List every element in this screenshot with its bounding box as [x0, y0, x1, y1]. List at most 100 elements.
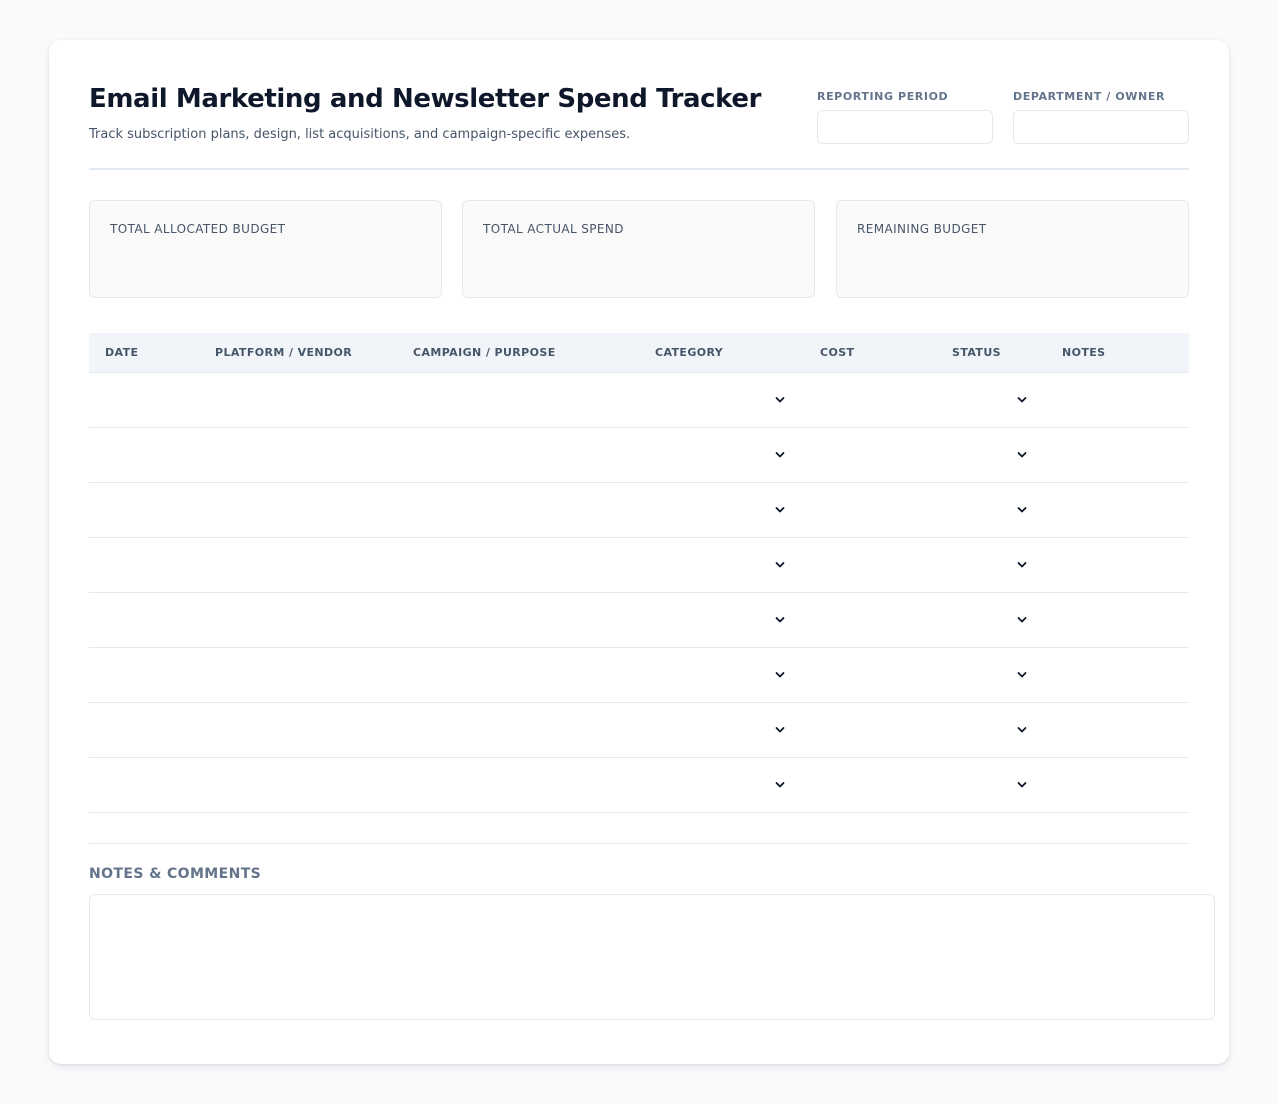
summary-label-remaining: REMAINING BUDGET	[857, 222, 987, 236]
chevron-down-icon[interactable]	[1017, 395, 1027, 405]
tracker-card: Email Marketing and Newsletter Spend Tra…	[49, 40, 1229, 1064]
chevron-down-icon[interactable]	[1017, 505, 1027, 515]
category-select[interactable]	[655, 383, 785, 417]
purpose-input[interactable]	[413, 383, 645, 417]
status-select[interactable]	[952, 713, 1020, 747]
notes-label: NOTES & COMMENTS	[89, 866, 262, 882]
summary-label-actual: TOTAL ACTUAL SPEND	[483, 222, 624, 236]
notes-input[interactable]	[1062, 658, 1182, 692]
date-input[interactable]	[105, 768, 205, 802]
cost-input[interactable]	[820, 658, 940, 692]
category-select[interactable]	[655, 603, 785, 637]
cost-input[interactable]	[820, 603, 940, 637]
notes-textarea[interactable]	[89, 894, 1215, 1020]
chevron-down-icon[interactable]	[775, 725, 785, 735]
cost-input[interactable]	[820, 493, 940, 527]
date-input[interactable]	[105, 658, 205, 692]
page-subtitle: Track subscription plans, design, list a…	[89, 127, 631, 142]
chevron-down-icon[interactable]	[775, 450, 785, 460]
notes-input[interactable]	[1062, 548, 1182, 582]
status-select[interactable]	[952, 438, 1020, 472]
notes-input[interactable]	[1062, 603, 1182, 637]
category-select[interactable]	[655, 493, 785, 527]
vendor-input[interactable]	[215, 658, 403, 692]
cost-input[interactable]	[820, 548, 940, 582]
category-select[interactable]	[655, 548, 785, 582]
table-row	[89, 703, 1189, 758]
chevron-down-icon[interactable]	[1017, 670, 1027, 680]
category-select[interactable]	[655, 713, 785, 747]
status-select[interactable]	[952, 493, 1020, 527]
table-body	[89, 373, 1189, 813]
notes-input[interactable]	[1062, 438, 1182, 472]
purpose-input[interactable]	[413, 548, 645, 582]
chevron-down-icon[interactable]	[775, 395, 785, 405]
date-input[interactable]	[105, 603, 205, 637]
chevron-down-icon[interactable]	[1017, 560, 1027, 570]
department-owner-label: DEPARTMENT / OWNER	[1013, 90, 1166, 103]
purpose-input[interactable]	[413, 493, 645, 527]
notes-input[interactable]	[1062, 493, 1182, 527]
cost-input[interactable]	[820, 768, 940, 802]
date-input[interactable]	[105, 493, 205, 527]
purpose-input[interactable]	[413, 603, 645, 637]
vendor-input[interactable]	[215, 438, 403, 472]
table-row	[89, 428, 1189, 483]
chevron-down-icon[interactable]	[1017, 615, 1027, 625]
cost-input[interactable]	[820, 713, 940, 747]
status-select[interactable]	[952, 383, 1020, 417]
notes-input[interactable]	[1062, 383, 1182, 417]
notes-input[interactable]	[1062, 713, 1182, 747]
table-row	[89, 648, 1189, 703]
purpose-input[interactable]	[413, 713, 645, 747]
reporting-period-input[interactable]	[817, 110, 993, 144]
summary-label-allocated: TOTAL ALLOCATED BUDGET	[110, 222, 286, 236]
chevron-down-icon[interactable]	[775, 615, 785, 625]
column-header-purpose: CAMPAIGN / PURPOSE	[413, 346, 556, 359]
status-select[interactable]	[952, 658, 1020, 692]
column-header-status: STATUS	[952, 346, 1001, 359]
cost-input[interactable]	[820, 383, 940, 417]
status-select[interactable]	[952, 768, 1020, 802]
chevron-down-icon[interactable]	[775, 670, 785, 680]
column-header-cost: COST	[820, 346, 855, 359]
status-select[interactable]	[952, 548, 1020, 582]
status-select[interactable]	[952, 603, 1020, 637]
vendor-input[interactable]	[215, 383, 403, 417]
date-input[interactable]	[105, 713, 205, 747]
column-header-vendor: PLATFORM / VENDOR	[215, 346, 353, 359]
column-header-category: CATEGORY	[655, 346, 724, 359]
purpose-input[interactable]	[413, 658, 645, 692]
department-owner-input[interactable]	[1013, 110, 1189, 144]
vendor-input[interactable]	[215, 548, 403, 582]
notes-input[interactable]	[1062, 768, 1182, 802]
vendor-input[interactable]	[215, 493, 403, 527]
chevron-down-icon[interactable]	[775, 780, 785, 790]
category-select[interactable]	[655, 438, 785, 472]
chevron-down-icon[interactable]	[1017, 780, 1027, 790]
column-header-date: DATE	[105, 346, 139, 359]
vendor-input[interactable]	[215, 713, 403, 747]
category-select[interactable]	[655, 658, 785, 692]
vendor-input[interactable]	[215, 768, 403, 802]
purpose-input[interactable]	[413, 768, 645, 802]
purpose-input[interactable]	[413, 438, 645, 472]
chevron-down-icon[interactable]	[775, 505, 785, 515]
date-input[interactable]	[105, 383, 205, 417]
date-input[interactable]	[105, 548, 205, 582]
cost-input[interactable]	[820, 438, 940, 472]
expense-table: DATE PLATFORM / VENDOR CAMPAIGN / PURPOS…	[89, 333, 1189, 813]
chevron-down-icon[interactable]	[1017, 725, 1027, 735]
category-select[interactable]	[655, 768, 785, 802]
vendor-input[interactable]	[215, 603, 403, 637]
chevron-down-icon[interactable]	[775, 560, 785, 570]
table-row	[89, 483, 1189, 538]
date-input[interactable]	[105, 438, 205, 472]
chevron-down-icon[interactable]	[1017, 450, 1027, 460]
table-row	[89, 593, 1189, 648]
table-row	[89, 538, 1189, 593]
summary-card-actual: TOTAL ACTUAL SPEND	[462, 200, 815, 298]
reporting-period-group: REPORTING PERIOD	[817, 90, 993, 144]
page-title: Email Marketing and Newsletter Spend Tra…	[89, 84, 762, 114]
table-totals-row	[89, 813, 1189, 844]
